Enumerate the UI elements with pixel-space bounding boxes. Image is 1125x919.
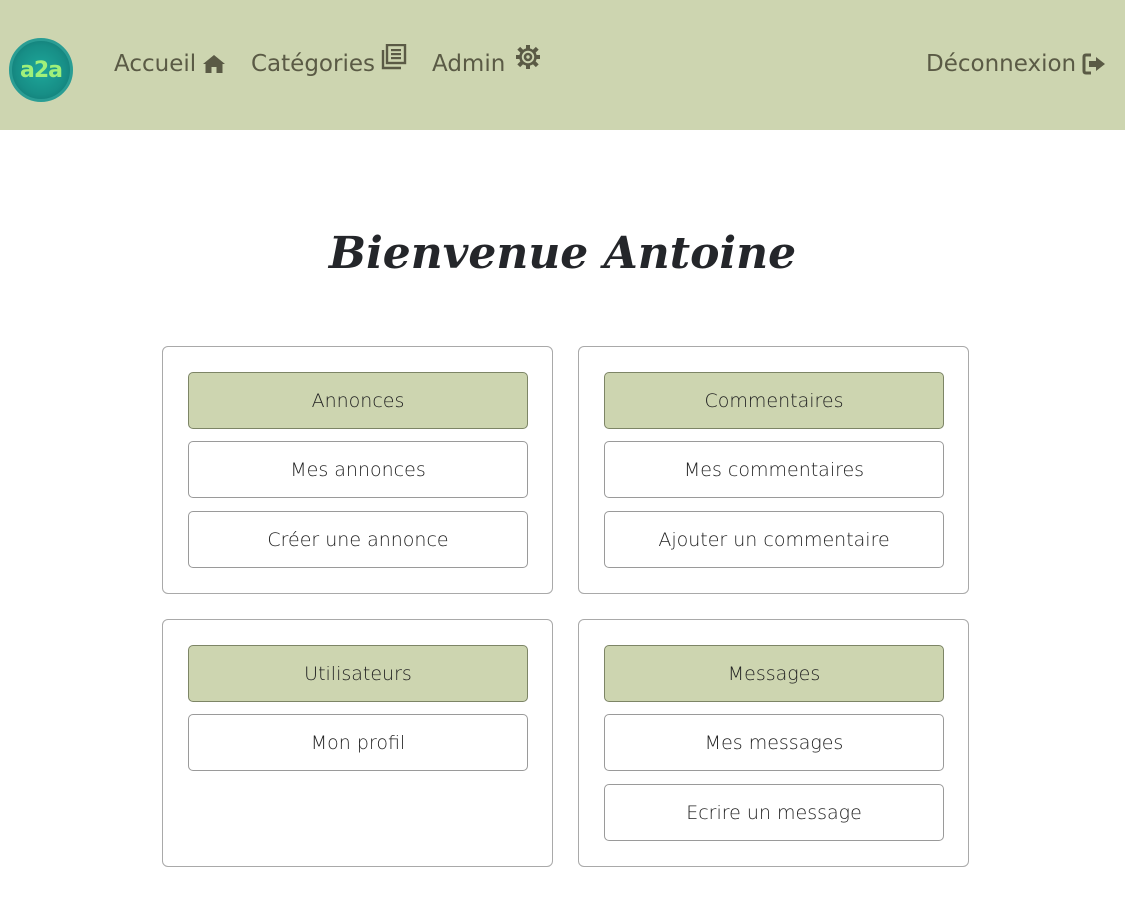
nav-link-admin[interactable]: Admin — [432, 44, 541, 84]
nav-link-categories-label: Catégories — [251, 51, 375, 77]
mes-annonces-button[interactable]: Mes annonces — [188, 441, 528, 498]
home-icon — [203, 55, 226, 73]
nav-link-categories[interactable]: Catégories — [251, 44, 407, 84]
nav-link-admin-label: Admin — [432, 51, 506, 77]
utilisateurs-card: Utilisateurs Mon profil — [162, 619, 553, 867]
annonces-card: Annonces Mes annonces Créer une annonce — [162, 346, 553, 594]
annonces-header-button[interactable]: Annonces — [188, 372, 528, 429]
welcome-heading: Bienvenue Antoine — [328, 228, 797, 279]
ecrire-message-button[interactable]: Ecrire un message — [604, 784, 944, 841]
top-navbar: a2a Accueil Catégories Admin Déconnexion — [0, 0, 1125, 130]
creer-annonce-button[interactable]: Créer une annonce — [188, 511, 528, 568]
commentaires-header-button[interactable]: Commentaires — [604, 372, 944, 429]
gear-icon — [516, 45, 541, 69]
nav-link-logout[interactable]: Déconnexion — [926, 44, 1106, 84]
messages-card: Messages Mes messages Ecrire un message — [578, 619, 969, 867]
mes-commentaires-button[interactable]: Mes commentaires — [604, 441, 944, 498]
mes-messages-button[interactable]: Mes messages — [604, 714, 944, 771]
messages-header-button[interactable]: Messages — [604, 645, 944, 702]
categories-icon — [381, 44, 407, 70]
commentaires-card: Commentaires Mes commentaires Ajouter un… — [578, 346, 969, 594]
ajouter-commentaire-button[interactable]: Ajouter un commentaire — [604, 511, 944, 568]
nav-link-logout-label: Déconnexion — [926, 51, 1077, 77]
site-logo[interactable]: a2a — [9, 38, 73, 102]
logo-text: a2a — [20, 57, 63, 83]
utilisateurs-header-button[interactable]: Utilisateurs — [188, 645, 528, 702]
nav-link-accueil[interactable]: Accueil — [114, 44, 226, 84]
logout-icon — [1082, 53, 1106, 75]
mon-profil-button[interactable]: Mon profil — [188, 714, 528, 771]
nav-link-accueil-label: Accueil — [114, 51, 197, 77]
